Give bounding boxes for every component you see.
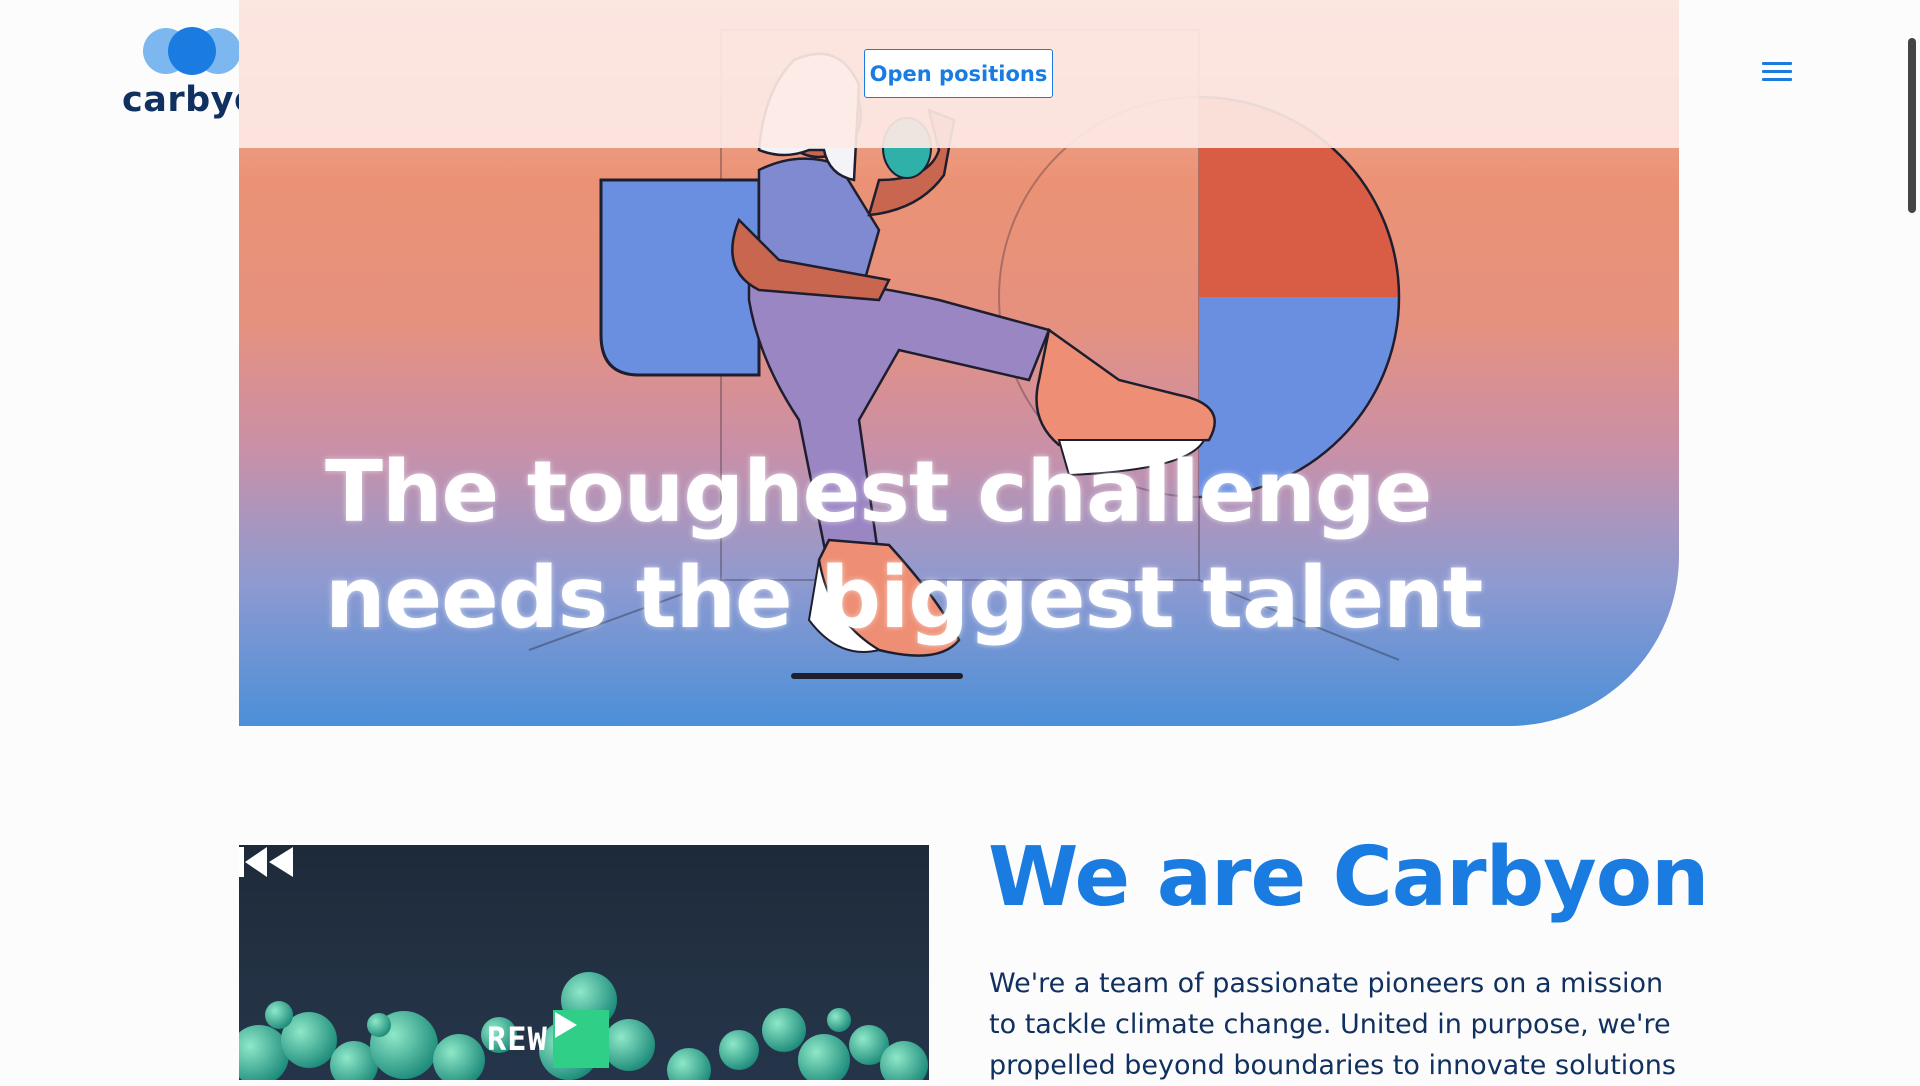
- rew-label: REW: [487, 1020, 548, 1058]
- rewind-icon[interactable]: [239, 845, 295, 879]
- about-text: We're a team of passionate pioneers on a…: [989, 968, 1676, 1081]
- video-player[interactable]: REW: [239, 845, 929, 1080]
- menu-icon[interactable]: [1762, 62, 1792, 86]
- scrollbar-thumb[interactable]: [1908, 38, 1916, 213]
- hero-title: The toughest challenge needs the biggest…: [325, 440, 1483, 652]
- carbyon-logo-icon: [143, 27, 241, 75]
- open-positions-button[interactable]: Open positions: [864, 49, 1053, 98]
- about-title: We are Carbyon: [988, 830, 1709, 925]
- hero-title-line-2: needs the biggest talent: [325, 549, 1483, 648]
- scrollbar[interactable]: [1902, 0, 1920, 1080]
- play-icon: [555, 1012, 577, 1038]
- hero-title-line-1: The toughest challenge: [325, 443, 1432, 542]
- play-button[interactable]: [553, 1010, 609, 1068]
